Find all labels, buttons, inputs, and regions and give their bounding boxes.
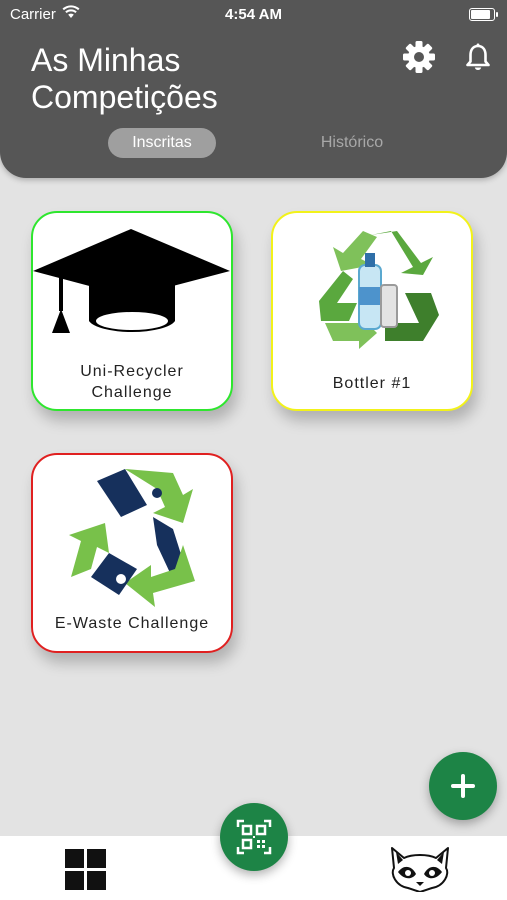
card-title-line1: Uni-Recycler	[80, 363, 184, 380]
competition-card-bottler[interactable]: Bottler #1	[271, 211, 473, 411]
scan-qr-button[interactable]	[220, 803, 288, 871]
e-waste-recycle-icon	[69, 469, 195, 607]
graduation-cap-icon	[33, 229, 230, 333]
gear-icon[interactable]	[402, 40, 436, 74]
tab-historico[interactable]: Histórico	[300, 128, 404, 158]
competition-card-e-waste[interactable]: E-Waste Challenge	[31, 453, 233, 653]
card-title-line2: Challenge	[91, 384, 173, 401]
add-competition-button[interactable]	[429, 752, 497, 820]
page-title-line1: As Minhas	[31, 42, 181, 78]
battery-icon	[469, 8, 498, 21]
page-title: As Minhas Competições	[31, 42, 218, 116]
tab-inscritas[interactable]: Inscritas	[108, 128, 216, 158]
card-title: Bottler #1	[332, 375, 412, 392]
competition-card-uni-recycler[interactable]: Uni-Recycler Challenge	[31, 211, 233, 411]
plus-icon	[451, 774, 475, 798]
tab-bar: Inscritas Histórico	[0, 128, 507, 160]
card-title: Uni-Recycler Challenge	[37, 361, 227, 403]
bell-icon[interactable]	[462, 42, 494, 74]
grid-icon[interactable]	[65, 849, 106, 890]
recycle-bottle-icon	[319, 231, 439, 349]
status-time: 4:54 AM	[225, 6, 282, 23]
raccoon-icon[interactable]	[388, 846, 452, 892]
status-bar: Carrier 4:54 AM	[0, 0, 507, 28]
page-title-line2: Competições	[31, 79, 218, 115]
header: Carrier 4:54 AM As Minhas Competições In…	[0, 0, 507, 178]
card-title: E-Waste Challenge	[54, 615, 210, 632]
qr-code-icon	[236, 819, 272, 855]
